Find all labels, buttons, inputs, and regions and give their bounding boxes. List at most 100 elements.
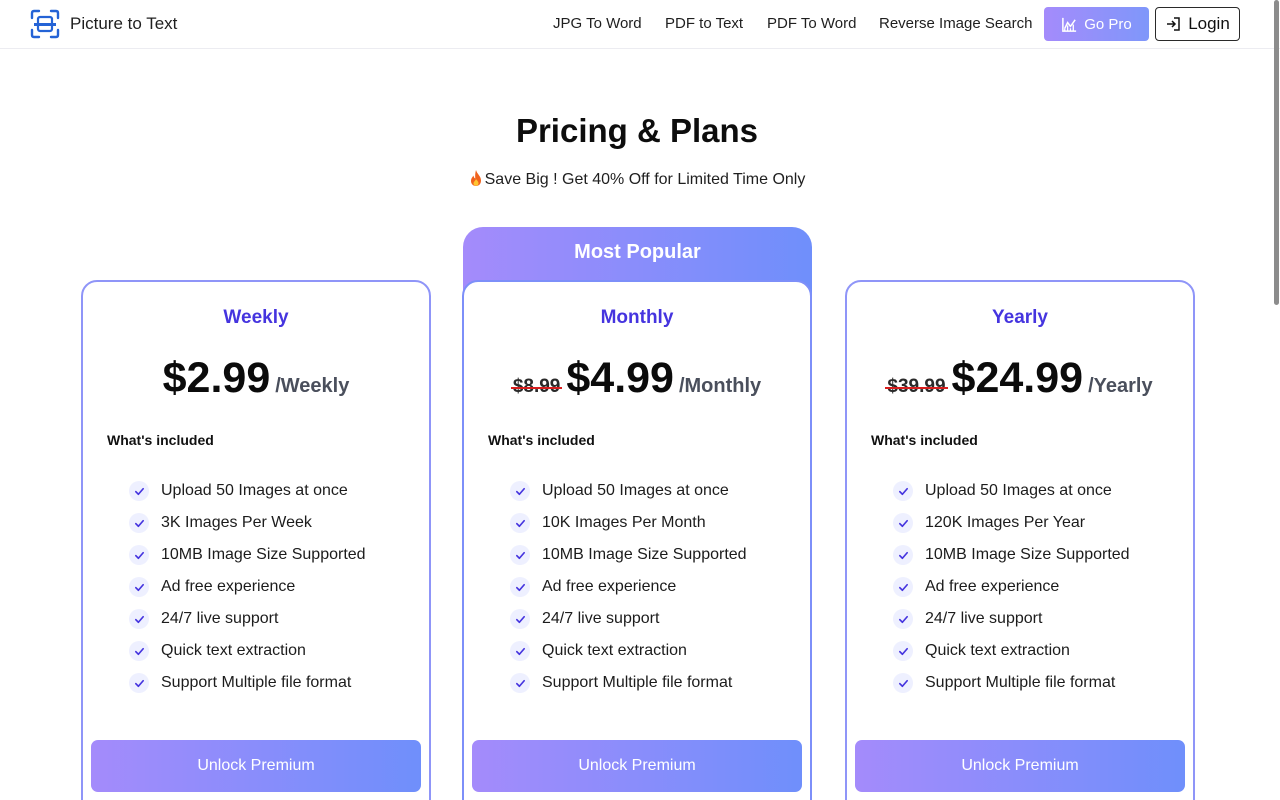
plan-name: Weekly: [223, 307, 289, 328]
feature-text: 120K Images Per Year: [925, 514, 1086, 531]
nav-pdf-to-word[interactable]: PDF To Word: [767, 0, 856, 48]
check-icon: [510, 577, 530, 597]
check-icon: [129, 577, 149, 597]
feature-item: Ad free experience: [893, 571, 1130, 603]
feature-item: Support Multiple file format: [893, 667, 1130, 699]
check-icon: [510, 609, 530, 629]
check-icon: [510, 545, 530, 565]
feature-item: 120K Images Per Year: [893, 507, 1130, 539]
check-icon: [893, 673, 913, 693]
feature-text: Quick text extraction: [161, 642, 306, 659]
feature-text: Ad free experience: [925, 578, 1060, 595]
check-icon: [129, 481, 149, 501]
check-icon: [893, 609, 913, 629]
promo-subtitle: Save Big ! Get 40% Off for Limited Time …: [0, 169, 1274, 189]
plan-price: $24.99: [951, 354, 1084, 402]
brand-name: Picture to Text: [70, 14, 178, 33]
included-heading: What's included: [488, 432, 595, 448]
crown-chart-icon: [1062, 17, 1077, 32]
login-label: Login: [1188, 14, 1230, 33]
feature-item: Ad free experience: [129, 571, 366, 603]
unlock-premium-button[interactable]: Unlock Premium: [855, 740, 1185, 792]
feature-text: Support Multiple file format: [542, 674, 733, 691]
price-row: $2.99 /Weekly: [83, 354, 429, 404]
check-icon: [510, 673, 530, 693]
feature-text: Upload 50 Images at once: [161, 482, 348, 499]
original-price: $8.99: [510, 376, 562, 397]
plan-price: $4.99: [566, 354, 674, 402]
check-icon: [129, 545, 149, 565]
feature-item: Ad free experience: [510, 571, 747, 603]
check-icon: [129, 641, 149, 661]
feature-item: Quick text extraction: [893, 635, 1130, 667]
plan-name: Monthly: [600, 307, 674, 328]
check-icon: [893, 545, 913, 565]
feature-list: Upload 50 Images at once 120K Images Per …: [893, 475, 1130, 699]
go-pro-button[interactable]: Go Pro: [1044, 7, 1149, 41]
feature-item: 24/7 live support: [893, 603, 1130, 635]
nav-pdf-to-text[interactable]: PDF to Text: [665, 0, 743, 48]
nav-reverse-image-search[interactable]: Reverse Image Search: [879, 0, 1032, 48]
check-icon: [893, 513, 913, 533]
page-scrollbar[interactable]: [1274, 0, 1280, 800]
feature-text: Upload 50 Images at once: [925, 482, 1112, 499]
feature-text: 24/7 live support: [925, 610, 1043, 627]
plan-card-yearly: Yearly $39.99 $24.99 /Yearly What's incl…: [845, 280, 1195, 800]
scan-frame-icon: [30, 9, 60, 39]
page-title: Pricing & Plans: [515, 112, 759, 149]
go-pro-label: Go Pro: [1084, 15, 1132, 33]
feature-item: 10MB Image Size Supported: [129, 539, 366, 571]
included-heading: What's included: [107, 432, 214, 448]
plan-price: $2.99: [162, 354, 271, 402]
plan-period: /Weekly: [275, 375, 350, 397]
feature-item: Upload 50 Images at once: [129, 475, 366, 507]
unlock-premium-button[interactable]: Unlock Premium: [472, 740, 802, 792]
feature-item: Upload 50 Images at once: [893, 475, 1130, 507]
feature-text: 3K Images Per Week: [161, 514, 312, 531]
feature-item: Support Multiple file format: [129, 667, 366, 699]
scrollbar-thumb[interactable]: [1274, 0, 1279, 305]
feature-text: Ad free experience: [542, 578, 677, 595]
feature-text: 10MB Image Size Supported: [542, 546, 747, 563]
fire-icon: [470, 170, 481, 186]
check-icon: [129, 609, 149, 629]
feature-item: Support Multiple file format: [510, 667, 747, 699]
feature-item: Quick text extraction: [129, 635, 366, 667]
price-row: $39.99 $24.99 /Yearly: [847, 354, 1193, 404]
check-icon: [510, 513, 530, 533]
plan-period: /Monthly: [678, 375, 762, 397]
check-icon: [510, 641, 530, 661]
check-icon: [129, 513, 149, 533]
unlock-premium-button[interactable]: Unlock Premium: [91, 740, 421, 792]
feature-text: 10MB Image Size Supported: [925, 546, 1130, 563]
feature-item: 24/7 live support: [510, 603, 747, 635]
most-popular-label: Most Popular: [574, 241, 701, 263]
site-header: Picture to Text JPG To Word PDF to Text …: [0, 0, 1280, 49]
feature-text: 24/7 live support: [542, 610, 660, 627]
check-icon: [893, 481, 913, 501]
feature-list: Upload 50 Images at once 3K Images Per We…: [129, 475, 366, 699]
nav-jpg-to-word[interactable]: JPG To Word: [553, 0, 642, 48]
feature-text: Upload 50 Images at once: [542, 482, 729, 499]
feature-item: 3K Images Per Week: [129, 507, 366, 539]
check-icon: [893, 577, 913, 597]
feature-text: Support Multiple file format: [925, 674, 1116, 691]
plan-period: /Yearly: [1088, 375, 1153, 397]
feature-item: 10MB Image Size Supported: [510, 539, 747, 571]
feature-text: Ad free experience: [161, 578, 296, 595]
plan-name: Yearly: [992, 307, 1048, 328]
feature-text: Quick text extraction: [542, 642, 687, 659]
check-icon: [893, 641, 913, 661]
original-price: $39.99: [885, 376, 948, 397]
feature-item: Quick text extraction: [510, 635, 747, 667]
feature-text: Quick text extraction: [925, 642, 1070, 659]
login-button[interactable]: Login: [1155, 7, 1240, 41]
login-arrow-icon: [1167, 17, 1180, 31]
feature-text: 10MB Image Size Supported: [161, 546, 366, 563]
feature-list: Upload 50 Images at once 10K Images Per M…: [510, 475, 747, 699]
plan-card-weekly: Weekly $2.99 /Weekly What's included Upl…: [81, 280, 431, 800]
check-icon: [510, 481, 530, 501]
brand-link[interactable]: Picture to Text: [29, 8, 177, 40]
included-heading: What's included: [871, 432, 978, 448]
feature-item: 24/7 live support: [129, 603, 366, 635]
